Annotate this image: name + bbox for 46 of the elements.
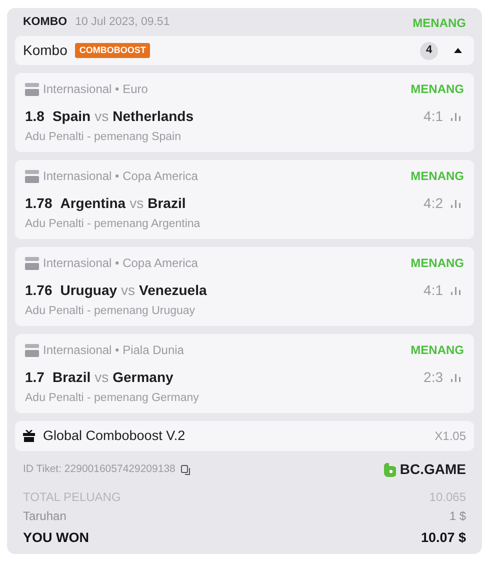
- match-score: 4:1: [424, 281, 443, 300]
- combo-header[interactable]: Kombo COMBOBOOST 4: [15, 36, 474, 65]
- bet-status: MENANG: [412, 15, 466, 32]
- league-name: Internasional • Piala Dunia: [43, 342, 184, 359]
- summary-label: YOU WON: [23, 528, 89, 547]
- selection-status: MENANG: [410, 168, 464, 185]
- match-teams: 1.8 Spain vs Netherlands: [25, 107, 194, 126]
- combo-title: Kombo: [23, 41, 68, 60]
- gift-icon: [23, 430, 35, 442]
- bet-date: 10 Jul 2023, 09.51: [75, 15, 170, 30]
- bet-type: KOMBO: [23, 15, 68, 30]
- stats-icon: [451, 200, 461, 208]
- selection-count: 4: [420, 42, 438, 60]
- match-teams: 1.78 Argentina vs Brazil: [25, 194, 186, 213]
- match-score: 4:2: [424, 194, 443, 213]
- match-score: 4:1: [424, 107, 443, 126]
- market-text: Adu Penalti - pemenang Argentina: [25, 216, 202, 232]
- league-logo-icon: [25, 82, 39, 96]
- league-logo-icon: [25, 344, 39, 356]
- league-name: Internasional • Euro: [43, 81, 148, 98]
- summary-value: 10.07 $: [420, 528, 466, 547]
- market-text: Adu Penalti - pemenang Spain: [25, 130, 182, 145]
- summary-value: 1 $: [449, 508, 466, 526]
- stats-icon: [451, 112, 461, 120]
- brand-logo-icon: [384, 462, 396, 476]
- copy-icon: [181, 464, 192, 474]
- league-name: Internasional • Copa America: [43, 168, 198, 185]
- selection-status: MENANG: [410, 81, 464, 98]
- market-text: Adu Penalti - pemenang Germany: [25, 390, 200, 406]
- summary-label: Taruhan: [23, 508, 66, 526]
- match-teams: 1.76 Uruguay vs Venezuela: [25, 281, 207, 300]
- match-score: 2:3: [424, 368, 443, 387]
- brand-name: BC.GAME: [400, 460, 466, 479]
- league-name: Internasional • Copa America: [43, 255, 198, 272]
- ticket-id: ID Tiket: 2290016057429209138: [23, 462, 176, 477]
- selection-status: MENANG: [410, 255, 464, 272]
- league-logo-icon: [25, 170, 39, 182]
- stats-icon: [451, 286, 461, 294]
- comboboost-label: COMBOBOOST: [75, 42, 150, 58]
- boost-multiplier: X1.05: [434, 428, 466, 445]
- selection-status: MENANG: [410, 342, 464, 359]
- stats-icon: [451, 374, 461, 382]
- match-teams: 1.7 Brazil vs Germany: [25, 368, 174, 387]
- league-logo-icon: [25, 256, 39, 270]
- market-text: Adu Penalti - pemenang Uruguay: [25, 304, 196, 319]
- boost-name: Global Comboboost V.2: [43, 426, 186, 445]
